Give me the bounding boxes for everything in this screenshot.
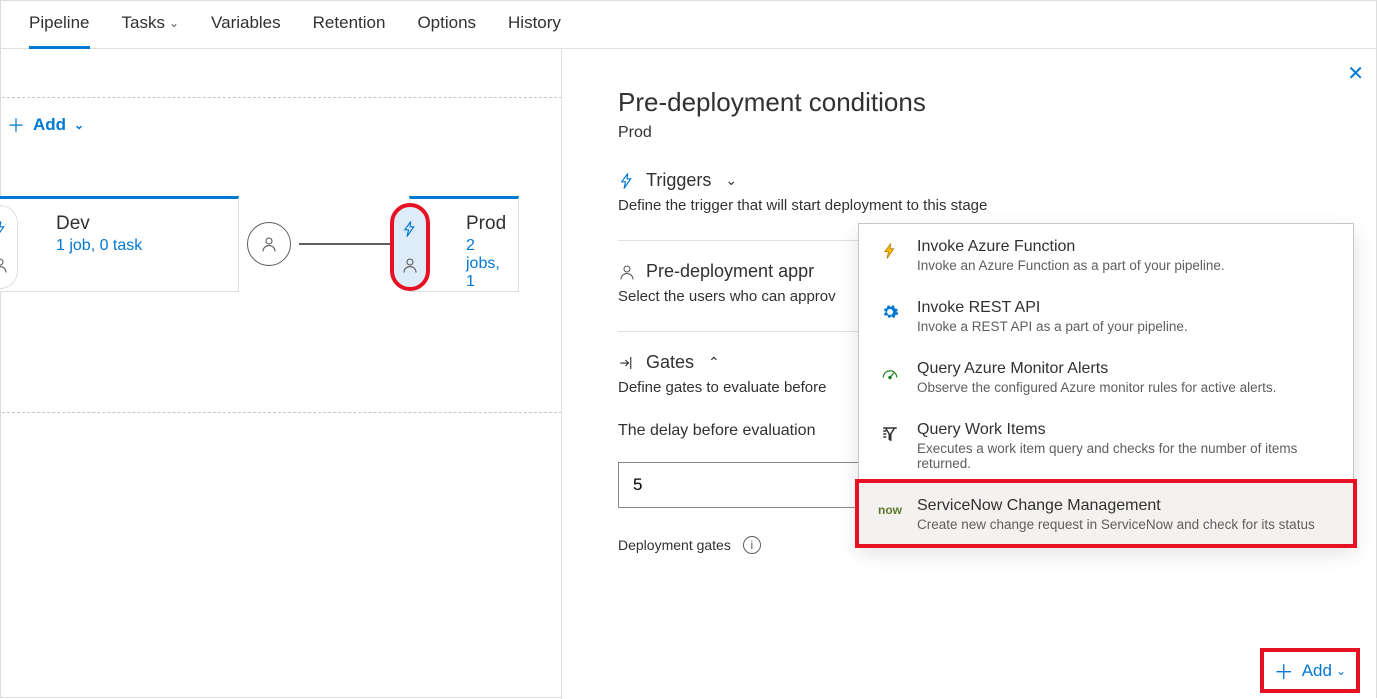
person-icon [401,256,419,274]
stage-card-dev[interactable]: Dev 1 job, 0 task [0,196,239,292]
dd-item-servicenow[interactable]: now ServiceNow Change Management Create … [855,479,1357,548]
dd-sub: Observe the configured Azure monitor rul… [917,380,1335,395]
servicenow-icon: now [877,497,903,523]
gates-icon [618,354,636,372]
tab-tasks[interactable]: Tasks ⌄ [122,1,180,49]
trigger-icon [401,220,419,238]
dd-sub: Invoke a REST API as a part of your pipe… [917,319,1335,334]
panel-stage-name: Prod [618,124,1320,142]
add-stage-label: Add [33,115,66,135]
tab-variables[interactable]: Variables [211,1,281,49]
section-gates-label: Gates [646,352,694,373]
panel-title: Pre-deployment conditions [618,87,1320,118]
section-triggers-label: Triggers [646,170,711,191]
plus-icon: ＋ [1274,656,1294,685]
predeploy-panel: ✕ Pre-deployment conditions Prod Trigger… [561,49,1376,699]
section-triggers[interactable]: Triggers ⌄ [618,170,1320,191]
gauge-icon [877,360,903,386]
gear-icon [877,299,903,325]
add-gate-button[interactable]: ＋ Add ⌄ [1260,648,1360,693]
deployment-gates-label: Deployment gates [618,537,731,553]
stage-predeploy-dev[interactable] [0,205,18,289]
dd-title: Invoke REST API [917,299,1335,317]
dd-item-work-items[interactable]: Query Work Items Executes a work item qu… [859,407,1353,483]
funnel-icon [877,421,903,447]
close-icon[interactable]: ✕ [1347,61,1364,86]
trigger-icon [0,220,9,238]
tab-tasks-label: Tasks [122,13,165,33]
dd-item-rest-api[interactable]: Invoke REST API Invoke a REST API as a p… [859,285,1353,346]
section-approvals-label: Pre-deployment appr [646,261,814,282]
plus-icon: ＋ [7,112,25,138]
dd-title: Query Work Items [917,421,1335,439]
chevron-up-icon: ⌃ [708,354,720,371]
dd-sub: Create new change request in ServiceNow … [917,517,1335,532]
dd-sub: Invoke an Azure Function as a part of yo… [917,258,1335,273]
trigger-icon [618,172,636,190]
top-tabs: Pipeline Tasks ⌄ Variables Retention Opt… [1,1,1376,49]
dd-title: ServiceNow Change Management [917,497,1335,515]
pipeline-canvas: ＋ Add ⌄ Dev 1 job, 0 task Prod 2 jobs, 1 [1,49,561,699]
info-icon[interactable]: i [743,536,761,554]
person-icon [0,256,9,274]
dd-title: Invoke Azure Function [917,238,1335,256]
tab-options[interactable]: Options [417,1,476,49]
section-triggers-desc: Define the trigger that will start deplo… [618,197,1320,214]
dd-item-azure-function[interactable]: Invoke Azure Function Invoke an Azure Fu… [859,224,1353,285]
chevron-down-icon: ⌄ [725,172,737,189]
stage-card-prod[interactable]: Prod 2 jobs, 1 [409,196,519,292]
add-stage-button[interactable]: ＋ Add ⌄ [1,98,561,152]
gate-type-dropdown: Invoke Azure Function Invoke an Azure Fu… [858,223,1354,545]
post-approval-node[interactable] [247,222,291,266]
person-icon [618,263,636,281]
stage-dev-jobs-link[interactable]: 1 job, 0 task [0,237,238,255]
dd-item-azure-monitor[interactable]: Query Azure Monitor Alerts Observe the c… [859,346,1353,407]
stage-dev-name: Dev [0,199,238,237]
dashed-divider [2,412,562,413]
person-icon [260,235,278,253]
stage-predeploy-prod[interactable] [392,205,428,289]
tab-history[interactable]: History [508,1,561,49]
chevron-down-icon: ⌄ [169,16,179,30]
tab-retention[interactable]: Retention [313,1,386,49]
tab-pipeline[interactable]: Pipeline [29,1,90,49]
chevron-down-icon: ⌄ [1336,664,1346,678]
dd-sub: Executes a work item query and checks fo… [917,441,1335,471]
dd-title: Query Azure Monitor Alerts [917,360,1335,378]
chevron-down-icon: ⌄ [74,118,84,132]
stages-row: Dev 1 job, 0 task Prod 2 jobs, 1 [1,196,561,292]
add-gate-label: Add [1302,661,1332,681]
azure-function-icon [877,238,903,264]
